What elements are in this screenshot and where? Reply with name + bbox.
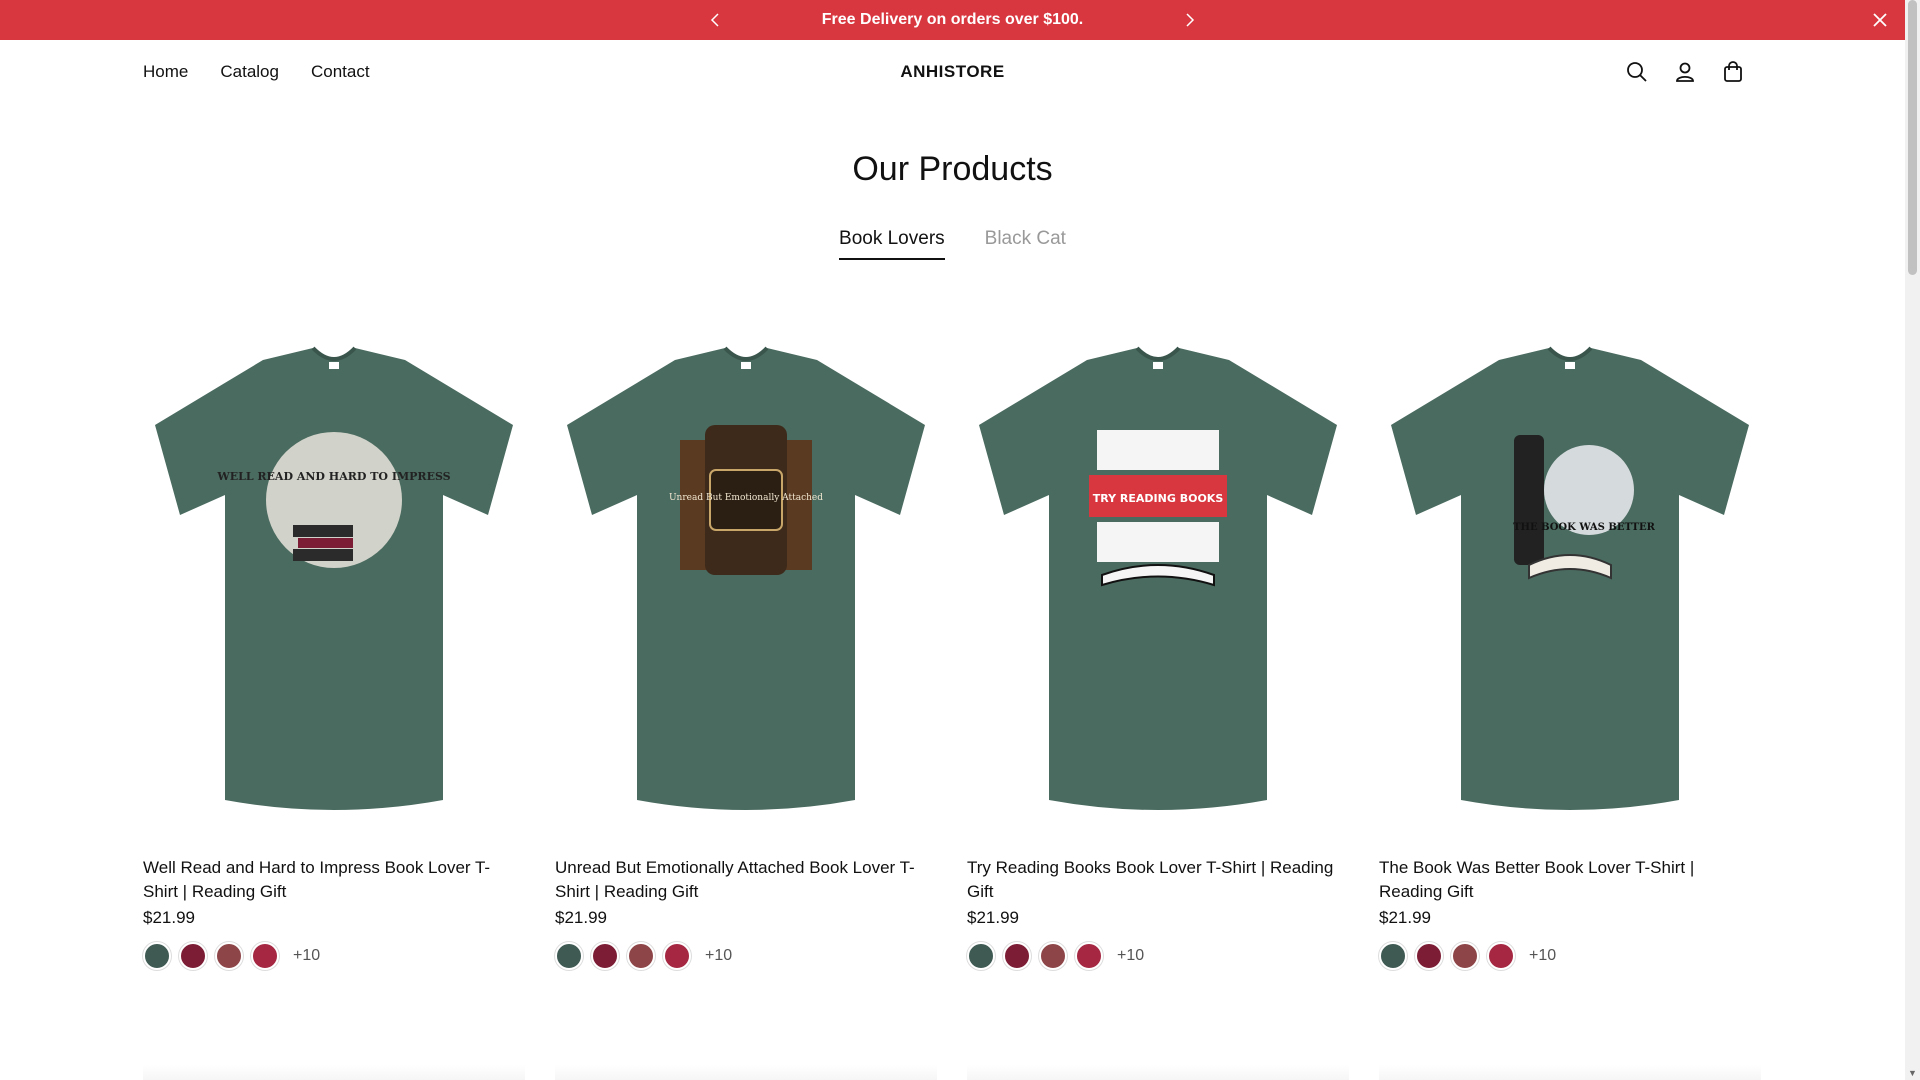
next-row-peek — [1379, 1065, 1761, 1080]
product-card[interactable]: THE BOOK WAS BETTER The Book Was Better … — [1379, 320, 1761, 970]
swatch-4[interactable] — [1487, 942, 1515, 970]
site-header: Home Catalog Contact ANHISTORE — [0, 40, 1905, 104]
product-title[interactable]: The Book Was Better Book Lover T-Shirt |… — [1379, 856, 1761, 904]
product-image[interactable]: Unread But Emotionally Attached — [555, 320, 937, 840]
swatch-4[interactable] — [1075, 942, 1103, 970]
color-swatches: +10 — [1379, 942, 1761, 970]
more-colors[interactable]: +10 — [1529, 947, 1556, 965]
swatch-1[interactable] — [1379, 942, 1407, 970]
announcement-close-button[interactable] — [1865, 0, 1895, 40]
product-price: $21.99 — [143, 908, 195, 927]
product-price: $21.99 — [967, 908, 1019, 927]
announcement-text: Free Delivery on orders over $100. — [821, 11, 1084, 28]
more-colors[interactable]: +10 — [293, 947, 320, 965]
scrollbar-thumb[interactable] — [1908, 0, 1917, 275]
swatch-1[interactable] — [143, 942, 171, 970]
swatch-4[interactable] — [251, 942, 279, 970]
product-price: $21.99 — [1379, 908, 1431, 927]
section-title: Our Products — [852, 150, 1053, 188]
swatch-4[interactable] — [663, 942, 691, 970]
product-card[interactable]: Unread But Emotionally Attached Unread B… — [555, 320, 937, 970]
chevron-right-icon — [1186, 13, 1195, 27]
tab-black-cat[interactable]: Black Cat — [985, 228, 1066, 260]
next-row-peek — [555, 1065, 937, 1080]
collection-tabs: Book Lovers Black Cat — [0, 228, 1905, 260]
announcement-bar: Free Delivery on orders over $100. — [0, 0, 1905, 40]
more-colors[interactable]: +10 — [1117, 947, 1144, 965]
next-row-peek — [967, 1065, 1349, 1080]
swatch-2[interactable] — [1415, 942, 1443, 970]
product-image[interactable]: THE BOOK WAS BETTER — [1379, 320, 1761, 840]
product-title[interactable]: Well Read and Hard to Impress Book Lover… — [143, 856, 525, 904]
header-icons — [1625, 40, 1745, 104]
swatch-1[interactable] — [555, 942, 583, 970]
close-icon — [1873, 13, 1887, 27]
nav-contact[interactable]: Contact — [311, 62, 370, 82]
cart-button[interactable] — [1721, 60, 1745, 84]
product-image[interactable]: TRY READING BOOKS — [967, 320, 1349, 840]
swatch-3[interactable] — [215, 942, 243, 970]
swatch-2[interactable] — [591, 942, 619, 970]
main-nav: Home Catalog Contact — [143, 40, 370, 104]
product-price: $21.99 — [555, 908, 607, 927]
color-swatches: +10 — [967, 942, 1349, 970]
account-button[interactable] — [1673, 60, 1697, 84]
swatch-3[interactable] — [1039, 942, 1067, 970]
cart-icon — [1724, 61, 1742, 82]
color-swatches: +10 — [555, 942, 937, 970]
tab-book-lovers[interactable]: Book Lovers — [839, 228, 945, 260]
tshirt-image: THE BOOK WAS BETTER — [1391, 346, 1749, 810]
search-icon — [1627, 62, 1647, 82]
page-scrollbar[interactable]: ▼ — [1905, 0, 1920, 1080]
tshirt-image: TRY READING BOOKS — [979, 346, 1337, 810]
swatch-3[interactable] — [1451, 942, 1479, 970]
swatch-2[interactable] — [179, 942, 207, 970]
tshirt-image: Unread But Emotionally Attached — [567, 346, 925, 810]
announcement-next-button[interactable] — [1175, 0, 1205, 40]
design-text: THE BOOK WAS BETTER — [1513, 522, 1656, 533]
product-title[interactable]: Unread But Emotionally Attached Book Lov… — [555, 856, 937, 904]
next-row-peek — [143, 1065, 525, 1080]
search-button[interactable] — [1625, 60, 1649, 84]
scroll-down-icon[interactable]: ▼ — [1908, 1068, 1917, 1078]
swatch-1[interactable] — [967, 942, 995, 970]
product-grid: WELL READ AND HARD TO IMPRESS Well Read … — [143, 320, 1763, 970]
tshirt-image: WELL READ AND HARD TO IMPRESS — [155, 346, 513, 810]
product-image[interactable]: WELL READ AND HARD TO IMPRESS — [143, 320, 525, 840]
more-colors[interactable]: +10 — [705, 947, 732, 965]
design-text: Unread But Emotionally Attached — [669, 493, 823, 503]
color-swatches: +10 — [143, 942, 525, 970]
product-card[interactable]: WELL READ AND HARD TO IMPRESS Well Read … — [143, 320, 525, 970]
design-text: TRY READING BOOKS — [1093, 492, 1224, 505]
swatch-3[interactable] — [627, 942, 655, 970]
design-text: WELL READ AND HARD TO IMPRESS — [216, 470, 450, 483]
nav-home[interactable]: Home — [143, 62, 188, 82]
product-card[interactable]: TRY READING BOOKS Try Reading Books Book… — [967, 320, 1349, 970]
account-icon — [1676, 62, 1694, 82]
nav-catalog[interactable]: Catalog — [220, 62, 279, 82]
product-title[interactable]: Try Reading Books Book Lover T-Shirt | R… — [967, 856, 1349, 904]
swatch-2[interactable] — [1003, 942, 1031, 970]
